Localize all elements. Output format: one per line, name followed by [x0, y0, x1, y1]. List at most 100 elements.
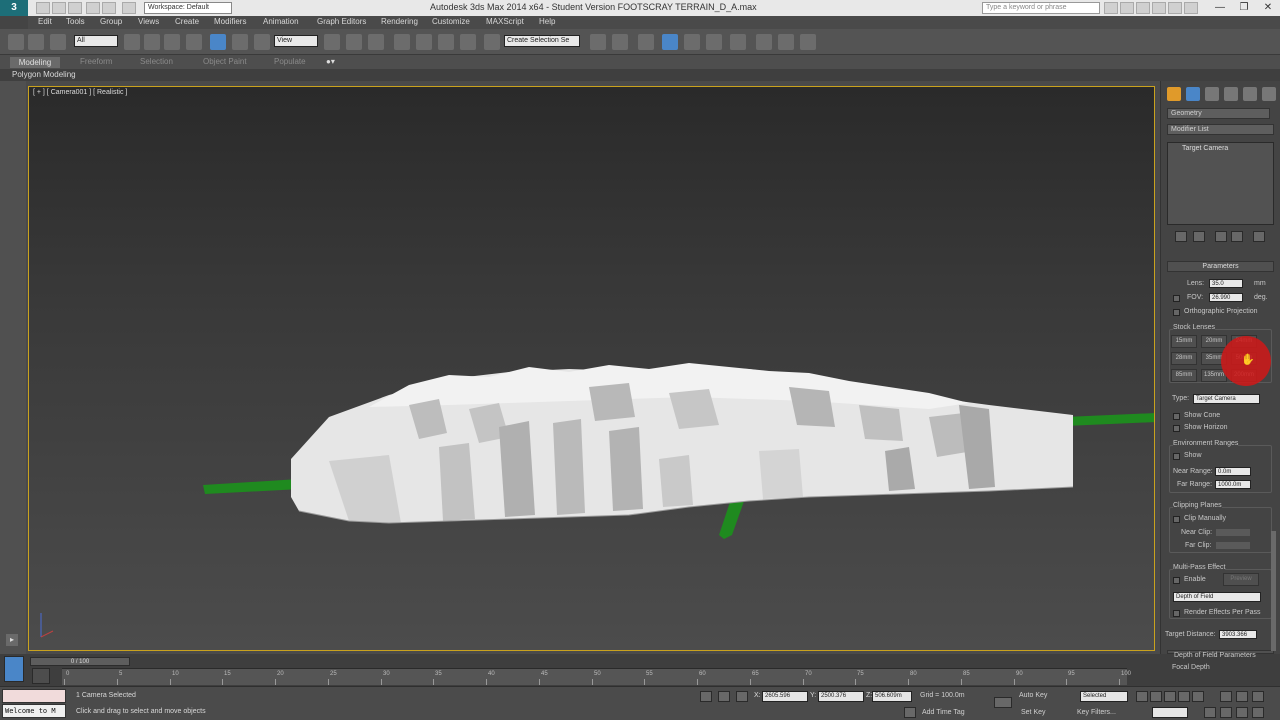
window-crossing-icon[interactable]: [186, 34, 202, 50]
keyboard-shortcut-override-icon[interactable]: [368, 34, 384, 50]
lens-20mm-button[interactable]: 20mm: [1201, 335, 1227, 348]
camera-viewport[interactable]: [ + ] [ Camera001 ] [ Realistic ]: [28, 86, 1155, 651]
menu-animation[interactable]: Animation: [263, 17, 299, 26]
modifier-stack[interactable]: Target Camera: [1167, 142, 1274, 225]
utilities-tab-icon[interactable]: [1262, 87, 1276, 101]
key-filters-button[interactable]: Key Filters...: [1077, 709, 1116, 716]
target-distance-spinner[interactable]: 3903.366: [1219, 630, 1257, 639]
communication-center-icon[interactable]: [1136, 2, 1150, 14]
z-coordinate-field[interactable]: 506.609m: [872, 691, 912, 702]
angle-snap-icon[interactable]: [416, 34, 432, 50]
ribbon-options-icon[interactable]: ●▾: [326, 57, 335, 66]
selection-filter-select[interactable]: All: [74, 35, 118, 47]
menu-edit[interactable]: Edit: [38, 17, 52, 26]
time-tag-icon[interactable]: [904, 707, 916, 718]
material-editor-icon[interactable]: [730, 34, 746, 50]
y-coordinate-field[interactable]: 2500.376: [818, 691, 864, 702]
motion-tab-icon[interactable]: [1224, 87, 1238, 101]
percent-snap-icon[interactable]: [438, 34, 454, 50]
search-icon[interactable]: [1104, 2, 1118, 14]
render-effects-checkbox[interactable]: [1173, 610, 1180, 617]
undo-icon[interactable]: [86, 2, 100, 14]
reference-coordinate-select[interactable]: View: [274, 35, 318, 47]
go-to-start-icon[interactable]: [1136, 691, 1148, 702]
near-range-spinner[interactable]: 0.0m: [1215, 467, 1251, 476]
env-show-checkbox[interactable]: [1173, 453, 1180, 460]
stack-item-target-camera[interactable]: Target Camera: [1182, 145, 1228, 152]
snaps-toggle-icon[interactable]: [394, 34, 410, 50]
viewport-layout-icon[interactable]: [4, 656, 24, 682]
edit-named-selection-icon[interactable]: [484, 34, 500, 50]
bind-to-space-warp-icon[interactable]: [50, 34, 66, 50]
spinner-snap-icon[interactable]: [460, 34, 476, 50]
menu-group[interactable]: Group: [100, 17, 122, 26]
schematic-view-icon[interactable]: [706, 34, 722, 50]
auto-key-button[interactable]: Auto Key: [1019, 692, 1047, 699]
ribbon-tab-selection[interactable]: Selection: [140, 57, 173, 66]
select-and-rotate-icon[interactable]: [232, 34, 248, 50]
polygon-modeling-label[interactable]: Polygon Modeling: [12, 70, 76, 79]
menu-create[interactable]: Create: [175, 17, 199, 26]
isolate-selection-icon[interactable]: [700, 691, 712, 702]
project-folder-icon[interactable]: [122, 2, 136, 14]
mirror-icon[interactable]: [590, 34, 606, 50]
zoom-extents-icon[interactable]: [1252, 691, 1264, 702]
parameters-rollout[interactable]: Parameters: [1167, 261, 1274, 272]
align-icon[interactable]: [612, 34, 628, 50]
help-search-input[interactable]: Type a keyword or phrase: [982, 2, 1100, 14]
go-to-end-icon[interactable]: [1192, 691, 1204, 702]
configure-sets-icon[interactable]: [1253, 231, 1265, 242]
zoom-icon[interactable]: [1220, 691, 1232, 702]
select-and-scale-icon[interactable]: [254, 34, 270, 50]
hierarchy-tab-icon[interactable]: [1205, 87, 1219, 101]
help-icon[interactable]: [1168, 2, 1182, 14]
create-tab-icon[interactable]: [1167, 87, 1181, 101]
select-object-icon[interactable]: [124, 34, 140, 50]
absolute-mode-icon[interactable]: [736, 691, 748, 702]
play-icon[interactable]: [1164, 691, 1176, 702]
select-by-name-icon[interactable]: [144, 34, 160, 50]
show-end-result-icon[interactable]: [1193, 231, 1205, 242]
modify-tab-icon[interactable]: [1186, 87, 1200, 101]
select-and-move-icon[interactable]: [210, 34, 226, 50]
make-unique-icon[interactable]: [1215, 231, 1227, 242]
lens-85mm-button[interactable]: 85mm: [1171, 369, 1197, 382]
viewport-label[interactable]: [ + ] [ Camera001 ] [ Realistic ]: [33, 89, 127, 96]
lens-15mm-button[interactable]: 15mm: [1171, 335, 1197, 348]
dof-parameters-rollout[interactable]: Depth of Field Parameters: [1174, 652, 1256, 659]
key-mode-icon[interactable]: [994, 697, 1012, 708]
time-slider[interactable]: 0 / 100: [30, 657, 130, 666]
field-of-view-icon[interactable]: [1220, 707, 1232, 718]
set-key-button[interactable]: Set Key: [1021, 709, 1046, 716]
lens-spinner[interactable]: 35.0: [1209, 279, 1243, 288]
layer-manager-icon[interactable]: [638, 34, 654, 50]
pivot-center-icon[interactable]: [324, 34, 340, 50]
fov-direction-icon[interactable]: [1173, 295, 1180, 302]
expand-arrow-icon[interactable]: ▸: [6, 634, 18, 646]
object-category-field[interactable]: Geometry: [1167, 108, 1270, 119]
clip-manually-checkbox[interactable]: [1173, 516, 1180, 523]
ribbon-tab-populate[interactable]: Populate: [274, 57, 306, 66]
orthographic-checkbox[interactable]: [1173, 309, 1180, 316]
ribbon-tab-freeform[interactable]: Freeform: [80, 57, 112, 66]
render-setup-icon[interactable]: [756, 34, 772, 50]
rectangular-selection-icon[interactable]: [164, 34, 180, 50]
menu-rendering[interactable]: Rendering: [381, 17, 418, 26]
pin-stack-icon[interactable]: [1175, 231, 1187, 242]
show-cone-checkbox[interactable]: [1173, 413, 1180, 420]
maxscript-listener-top[interactable]: [2, 689, 66, 703]
multipass-enable-checkbox[interactable]: [1173, 577, 1180, 584]
menu-customize[interactable]: Customize: [432, 17, 470, 26]
favorites-icon[interactable]: [1152, 2, 1166, 14]
restore-button[interactable]: ❐: [1232, 0, 1256, 16]
previous-frame-icon[interactable]: [1150, 691, 1162, 702]
redo-icon[interactable]: [102, 2, 116, 14]
menu-views[interactable]: Views: [138, 17, 159, 26]
help-dropdown-icon[interactable]: [1184, 2, 1198, 14]
unlink-selection-icon[interactable]: [28, 34, 44, 50]
mini-curve-editor-icon[interactable]: [32, 668, 50, 684]
app-logo-icon[interactable]: 3: [0, 0, 28, 16]
key-set-select[interactable]: Selected: [1080, 691, 1128, 702]
modifier-list-dropdown[interactable]: Modifier List: [1167, 124, 1274, 135]
lens-28mm-button[interactable]: 28mm: [1171, 352, 1197, 365]
